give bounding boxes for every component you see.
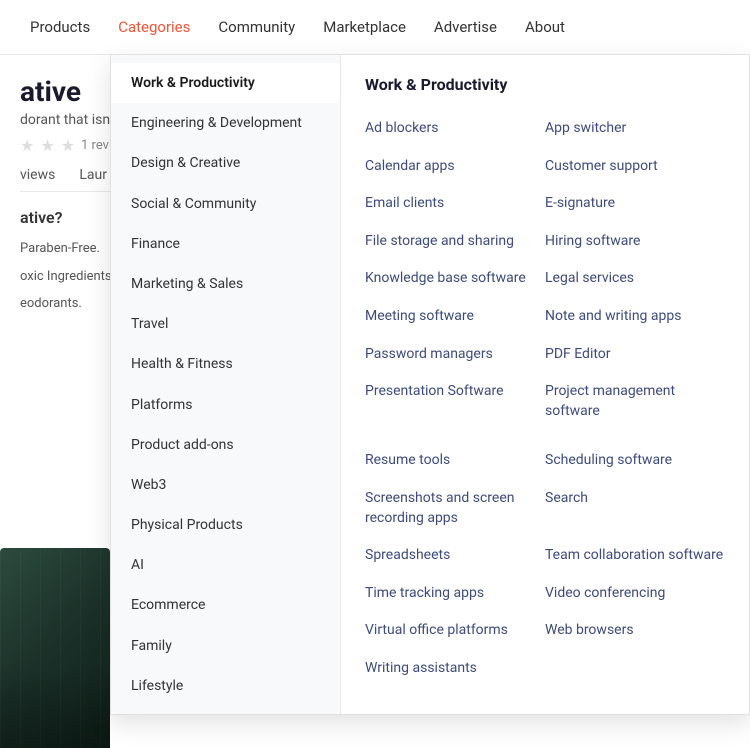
link-customer-support[interactable]: Customer support [545, 148, 725, 186]
link-project-management[interactable]: Project management software [545, 373, 725, 430]
link-ad-blockers[interactable]: Ad blockers [365, 110, 545, 148]
link-writing-assistants[interactable]: Writing assistants [365, 650, 545, 688]
empty-cell [545, 650, 725, 688]
link-time-tracking[interactable]: Time tracking apps [365, 575, 545, 613]
nav-item-categories[interactable]: Categories [104, 10, 204, 44]
product-image [0, 548, 110, 748]
link-web-browsers[interactable]: Web browsers [545, 612, 725, 650]
sidebar-item-marketing[interactable]: Marketing & Sales [111, 264, 340, 304]
nav-item-advertise[interactable]: Advertise [420, 10, 511, 44]
star-3: ★ [61, 136, 75, 155]
sidebar-item-design[interactable]: Design & Creative [111, 143, 340, 183]
link-search[interactable]: Search [545, 480, 725, 537]
link-spreadsheets[interactable]: Spreadsheets [365, 537, 545, 575]
link-meeting-software[interactable]: Meeting software [365, 298, 545, 336]
nav-item-about[interactable]: About [511, 10, 579, 44]
sidebar-item-physical[interactable]: Physical Products [111, 505, 340, 545]
sidebar-item-ecommerce[interactable]: Ecommerce [111, 585, 340, 625]
star-2: ★ [40, 136, 54, 155]
divider-1 [365, 430, 725, 442]
link-knowledge-base[interactable]: Knowledge base software [365, 260, 545, 298]
sidebar-item-platforms[interactable]: Platforms [111, 385, 340, 425]
dropdown-content-title: Work & Productivity [365, 75, 725, 94]
sidebar-item-web3[interactable]: Web3 [111, 465, 340, 505]
link-resume-tools[interactable]: Resume tools [365, 442, 545, 480]
link-hiring-software[interactable]: Hiring software [545, 223, 725, 261]
categories-dropdown: Work & Productivity Engineering & Develo… [110, 55, 750, 715]
categories-sidebar: Work & Productivity Engineering & Develo… [111, 55, 341, 714]
dropdown-content-panel: Work & Productivity Ad blockers App swit… [341, 55, 749, 714]
link-legal-services[interactable]: Legal services [545, 260, 725, 298]
link-team-collab[interactable]: Team collaboration software [545, 537, 725, 575]
star-1: ★ [20, 136, 34, 155]
nav-bar: Products Categories Community Marketplac… [0, 0, 750, 55]
sidebar-item-social[interactable]: Social & Community [111, 184, 340, 224]
nav-item-marketplace[interactable]: Marketplace [309, 10, 420, 44]
nav-item-products[interactable]: Products [16, 10, 104, 44]
link-virtual-office[interactable]: Virtual office platforms [365, 612, 545, 650]
link-note-writing[interactable]: Note and writing apps [545, 298, 725, 336]
sidebar-item-product-addons[interactable]: Product add-ons [111, 425, 340, 465]
link-screenshots[interactable]: Screenshots and screen recording apps [365, 480, 545, 537]
tab-views[interactable]: views [20, 167, 55, 191]
sidebar-item-family[interactable]: Family [111, 626, 340, 666]
link-e-signature[interactable]: E-signature [545, 185, 725, 223]
sidebar-item-ai[interactable]: AI [111, 545, 340, 585]
sidebar-item-engineering[interactable]: Engineering & Development [111, 103, 340, 143]
link-app-switcher[interactable]: App switcher [545, 110, 725, 148]
link-password-managers[interactable]: Password managers [365, 336, 545, 374]
nav-item-community[interactable]: Community [204, 10, 309, 44]
link-file-storage[interactable]: File storage and sharing [365, 223, 545, 261]
link-video-conferencing[interactable]: Video conferencing [545, 575, 725, 613]
sidebar-item-health[interactable]: Health & Fitness [111, 344, 340, 384]
product-image-detail [0, 548, 110, 748]
sidebar-item-lifestyle[interactable]: Lifestyle [111, 666, 340, 706]
link-scheduling[interactable]: Scheduling software [545, 442, 725, 480]
sidebar-item-travel[interactable]: Travel [111, 304, 340, 344]
dropdown-links-grid: Ad blockers App switcher Calendar apps C… [365, 110, 725, 688]
sidebar-item-work-productivity[interactable]: Work & Productivity [111, 63, 340, 103]
link-pdf-editor[interactable]: PDF Editor [545, 336, 725, 374]
sidebar-item-finance[interactable]: Finance [111, 224, 340, 264]
link-email-clients[interactable]: Email clients [365, 185, 545, 223]
link-presentation[interactable]: Presentation Software [365, 373, 545, 430]
tab-launch[interactable]: Laur [79, 167, 107, 191]
link-calendar-apps[interactable]: Calendar apps [365, 148, 545, 186]
